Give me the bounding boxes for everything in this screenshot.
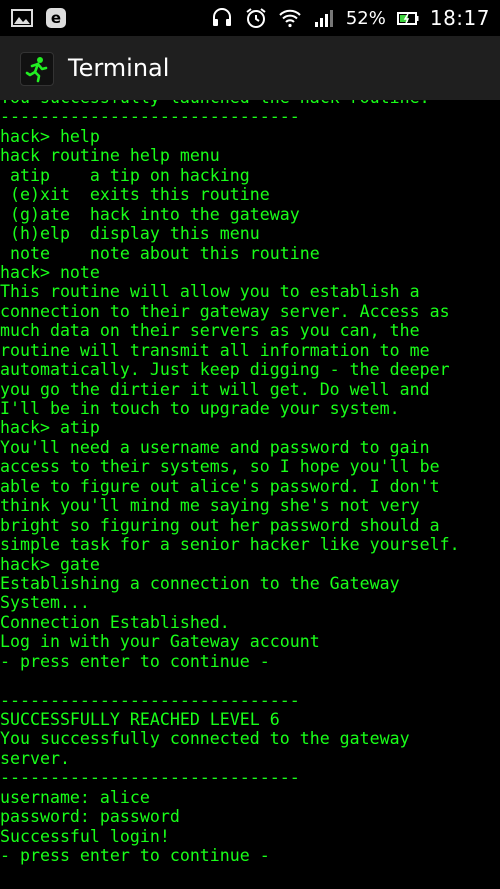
terminal-line: note note about this routine: [0, 243, 320, 263]
status-system: 52% 18:17: [210, 6, 490, 30]
terminal-line: access to their systems, so I hope you'l…: [0, 457, 440, 477]
terminal-output[interactable]: You successfully launched the hack routi…: [0, 100, 500, 889]
terminal-line: hack> atip: [0, 418, 100, 438]
terminal-line: SUCCESSFULLY REACHED LEVEL 6: [0, 710, 280, 729]
terminal-line: You successfully connected to the gatewa…: [0, 729, 410, 749]
terminal-line: (e)xit exits this routine: [0, 185, 270, 205]
action-bar: Terminal: [0, 36, 500, 102]
terminal-line: ------------------------------: [0, 690, 300, 710]
terminal-line: Establishing a connection to the Gateway: [0, 573, 400, 593]
terminal-line: you go the dirtier it will get. Do well …: [0, 379, 430, 399]
terminal-line: able to figure out alice's password. I d…: [0, 476, 440, 496]
app-title: Terminal: [68, 54, 170, 82]
terminal-line: hack> help: [0, 126, 100, 146]
terminal-line: You successfully launched the hack routi…: [0, 100, 500, 107]
terminal-line: bright so figuring out her password shou…: [0, 515, 440, 535]
terminal-line: - press enter to continue -: [0, 651, 270, 671]
terminal-line: username: alice: [0, 787, 150, 807]
terminal-line: simple task for a senior hacker like you…: [0, 535, 460, 555]
terminal-line: This routine will allow you to establish…: [0, 282, 420, 302]
alarm-icon: [244, 6, 268, 30]
terminal-line: Successful login!: [0, 826, 170, 846]
terminal-line: (h)elp display this menu: [0, 224, 260, 244]
svg-text:e: e: [51, 9, 61, 27]
terminal-line: routine will transmit all information to…: [0, 340, 430, 360]
wifi-icon: [278, 6, 302, 30]
signal-icon: [312, 6, 336, 30]
battery-icon: [396, 6, 420, 30]
terminal-line: You'll need a username and password to g…: [0, 437, 430, 457]
terminal-line: hack> gate: [0, 554, 100, 574]
battery-percent: 52%: [345, 7, 386, 29]
terminal-line: automatically. Just keep digging - the d…: [0, 360, 450, 380]
terminal-line: password: password: [0, 807, 180, 827]
terminal-lines: You successfully launched the hack routi…: [0, 100, 500, 866]
gallery-icon: [10, 6, 34, 30]
running-man-icon[interactable]: [20, 52, 54, 86]
terminal-line: System...: [0, 593, 90, 613]
terminal-line: - press enter to continue -: [0, 846, 270, 866]
terminal-line: hack routine help menu: [0, 146, 220, 166]
terminal-line: Connection Established.: [0, 612, 230, 632]
e-icon: e: [44, 6, 68, 30]
terminal-line: server.: [0, 748, 70, 768]
status-notifications: e: [10, 6, 68, 30]
terminal-line: I'll be in touch to upgrade your system.: [0, 399, 400, 418]
terminal-line: (g)ate hack into the gateway: [0, 204, 300, 224]
terminal-line: connection to their gateway server. Acce…: [0, 301, 450, 321]
headset-icon: [210, 6, 234, 30]
terminal-line: Log in with your Gateway account: [0, 632, 320, 652]
status-bar: e 52% 18:17: [0, 0, 500, 36]
terminal-line: ------------------------------: [0, 107, 300, 127]
terminal-line: atip a tip on hacking: [0, 165, 250, 185]
terminal-line: think you'll mind me saying she's not ve…: [0, 496, 420, 516]
clock: 18:17: [429, 6, 490, 30]
terminal-line: hack> note: [0, 262, 100, 282]
terminal-line: much data on their servers as you can, t…: [0, 321, 420, 341]
terminal-line: ------------------------------: [0, 768, 300, 788]
